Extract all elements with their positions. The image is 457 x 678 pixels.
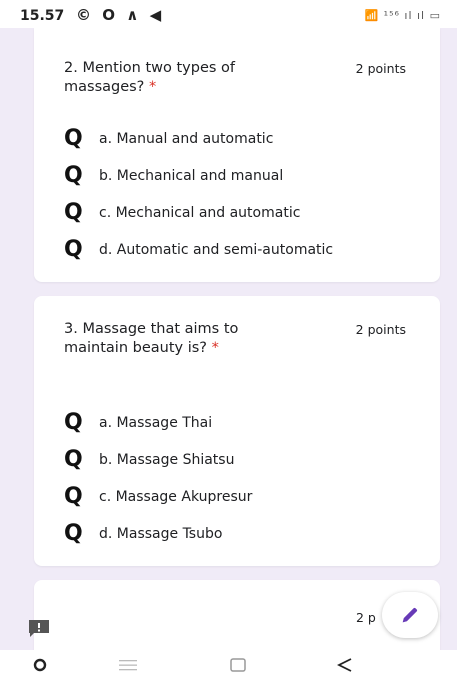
option-d[interactable]: Q d. Automatic and semi-automatic bbox=[64, 231, 333, 268]
points-label: 2 points bbox=[355, 61, 406, 76]
option-b[interactable]: Q b. Mechanical and manual bbox=[64, 157, 333, 194]
points-label: 2 p bbox=[356, 610, 376, 625]
option-label: d. Massage Tsubo bbox=[99, 525, 223, 542]
edit-button[interactable] bbox=[382, 592, 438, 638]
option-label: b. Mechanical and manual bbox=[99, 167, 284, 184]
option-radio-icon[interactable]: Q bbox=[64, 238, 86, 261]
option-list: Q a. Massage Thai Q b. Massage Shiatsu Q… bbox=[64, 404, 252, 552]
option-label: b. Massage Shiatsu bbox=[99, 451, 235, 468]
navigation-bar bbox=[0, 650, 457, 678]
option-radio-icon[interactable]: Q bbox=[64, 448, 86, 471]
option-list: Q a. Manual and automatic Q b. Mechanica… bbox=[64, 120, 333, 268]
option-c[interactable]: Q c. Mechanical and automatic bbox=[64, 194, 333, 231]
question-card-next: 2 p bbox=[34, 580, 440, 650]
screen: 15.57 © O ∧ ◀ 📶 ¹⁵⁶ ıl ıl ▭ 2. Mention t… bbox=[0, 0, 457, 678]
status-time: 15.57 bbox=[20, 8, 65, 24]
option-label: d. Automatic and semi-automatic bbox=[99, 241, 334, 258]
status-signal-icons: 📶 ¹⁵⁶ ıl ıl ▭ bbox=[364, 9, 441, 22]
option-b[interactable]: Q b. Massage Shiatsu bbox=[64, 441, 252, 478]
option-radio-icon[interactable]: Q bbox=[64, 164, 86, 187]
option-radio-icon[interactable]: Q bbox=[64, 127, 86, 150]
home-circle-icon[interactable] bbox=[33, 658, 47, 672]
required-asterisk: * bbox=[149, 79, 157, 95]
question-title: 3. Massage that aims to maintain beauty … bbox=[64, 320, 254, 358]
option-radio-icon[interactable]: Q bbox=[64, 522, 86, 545]
menu-lines-icon[interactable] bbox=[119, 659, 137, 671]
question-card-2: 2. Mention two types of massages? * 2 po… bbox=[34, 28, 440, 282]
status-notification-icons: © O ∧ ◀ bbox=[76, 6, 165, 24]
question-card-3: 3. Massage that aims to maintain beauty … bbox=[34, 296, 440, 566]
option-radio-icon[interactable]: Q bbox=[64, 485, 86, 508]
option-radio-icon[interactable]: Q bbox=[64, 411, 86, 434]
question-title: 2. Mention two types of massages? * bbox=[64, 59, 254, 97]
option-c[interactable]: Q c. Massage Akupresur bbox=[64, 478, 252, 515]
option-label: a. Massage Thai bbox=[99, 414, 213, 431]
points-label: 2 points bbox=[355, 322, 406, 337]
pencil-icon bbox=[402, 607, 418, 623]
back-triangle-icon[interactable] bbox=[337, 657, 353, 673]
feedback-icon[interactable] bbox=[27, 618, 51, 638]
form-content[interactable]: 2. Mention two types of massages? * 2 po… bbox=[0, 28, 457, 650]
option-label: c. Mechanical and automatic bbox=[99, 204, 301, 221]
option-label: c. Massage Akupresur bbox=[99, 488, 253, 505]
status-bar: 15.57 © O ∧ ◀ 📶 ¹⁵⁶ ıl ıl ▭ bbox=[0, 0, 457, 28]
option-a[interactable]: Q a. Manual and automatic bbox=[64, 120, 333, 157]
option-label: a. Manual and automatic bbox=[99, 130, 274, 147]
option-d[interactable]: Q d. Massage Tsubo bbox=[64, 515, 252, 552]
required-asterisk: * bbox=[211, 340, 219, 356]
recents-square-icon[interactable] bbox=[230, 658, 246, 672]
option-radio-icon[interactable]: Q bbox=[64, 201, 86, 224]
option-a[interactable]: Q a. Massage Thai bbox=[64, 404, 252, 441]
